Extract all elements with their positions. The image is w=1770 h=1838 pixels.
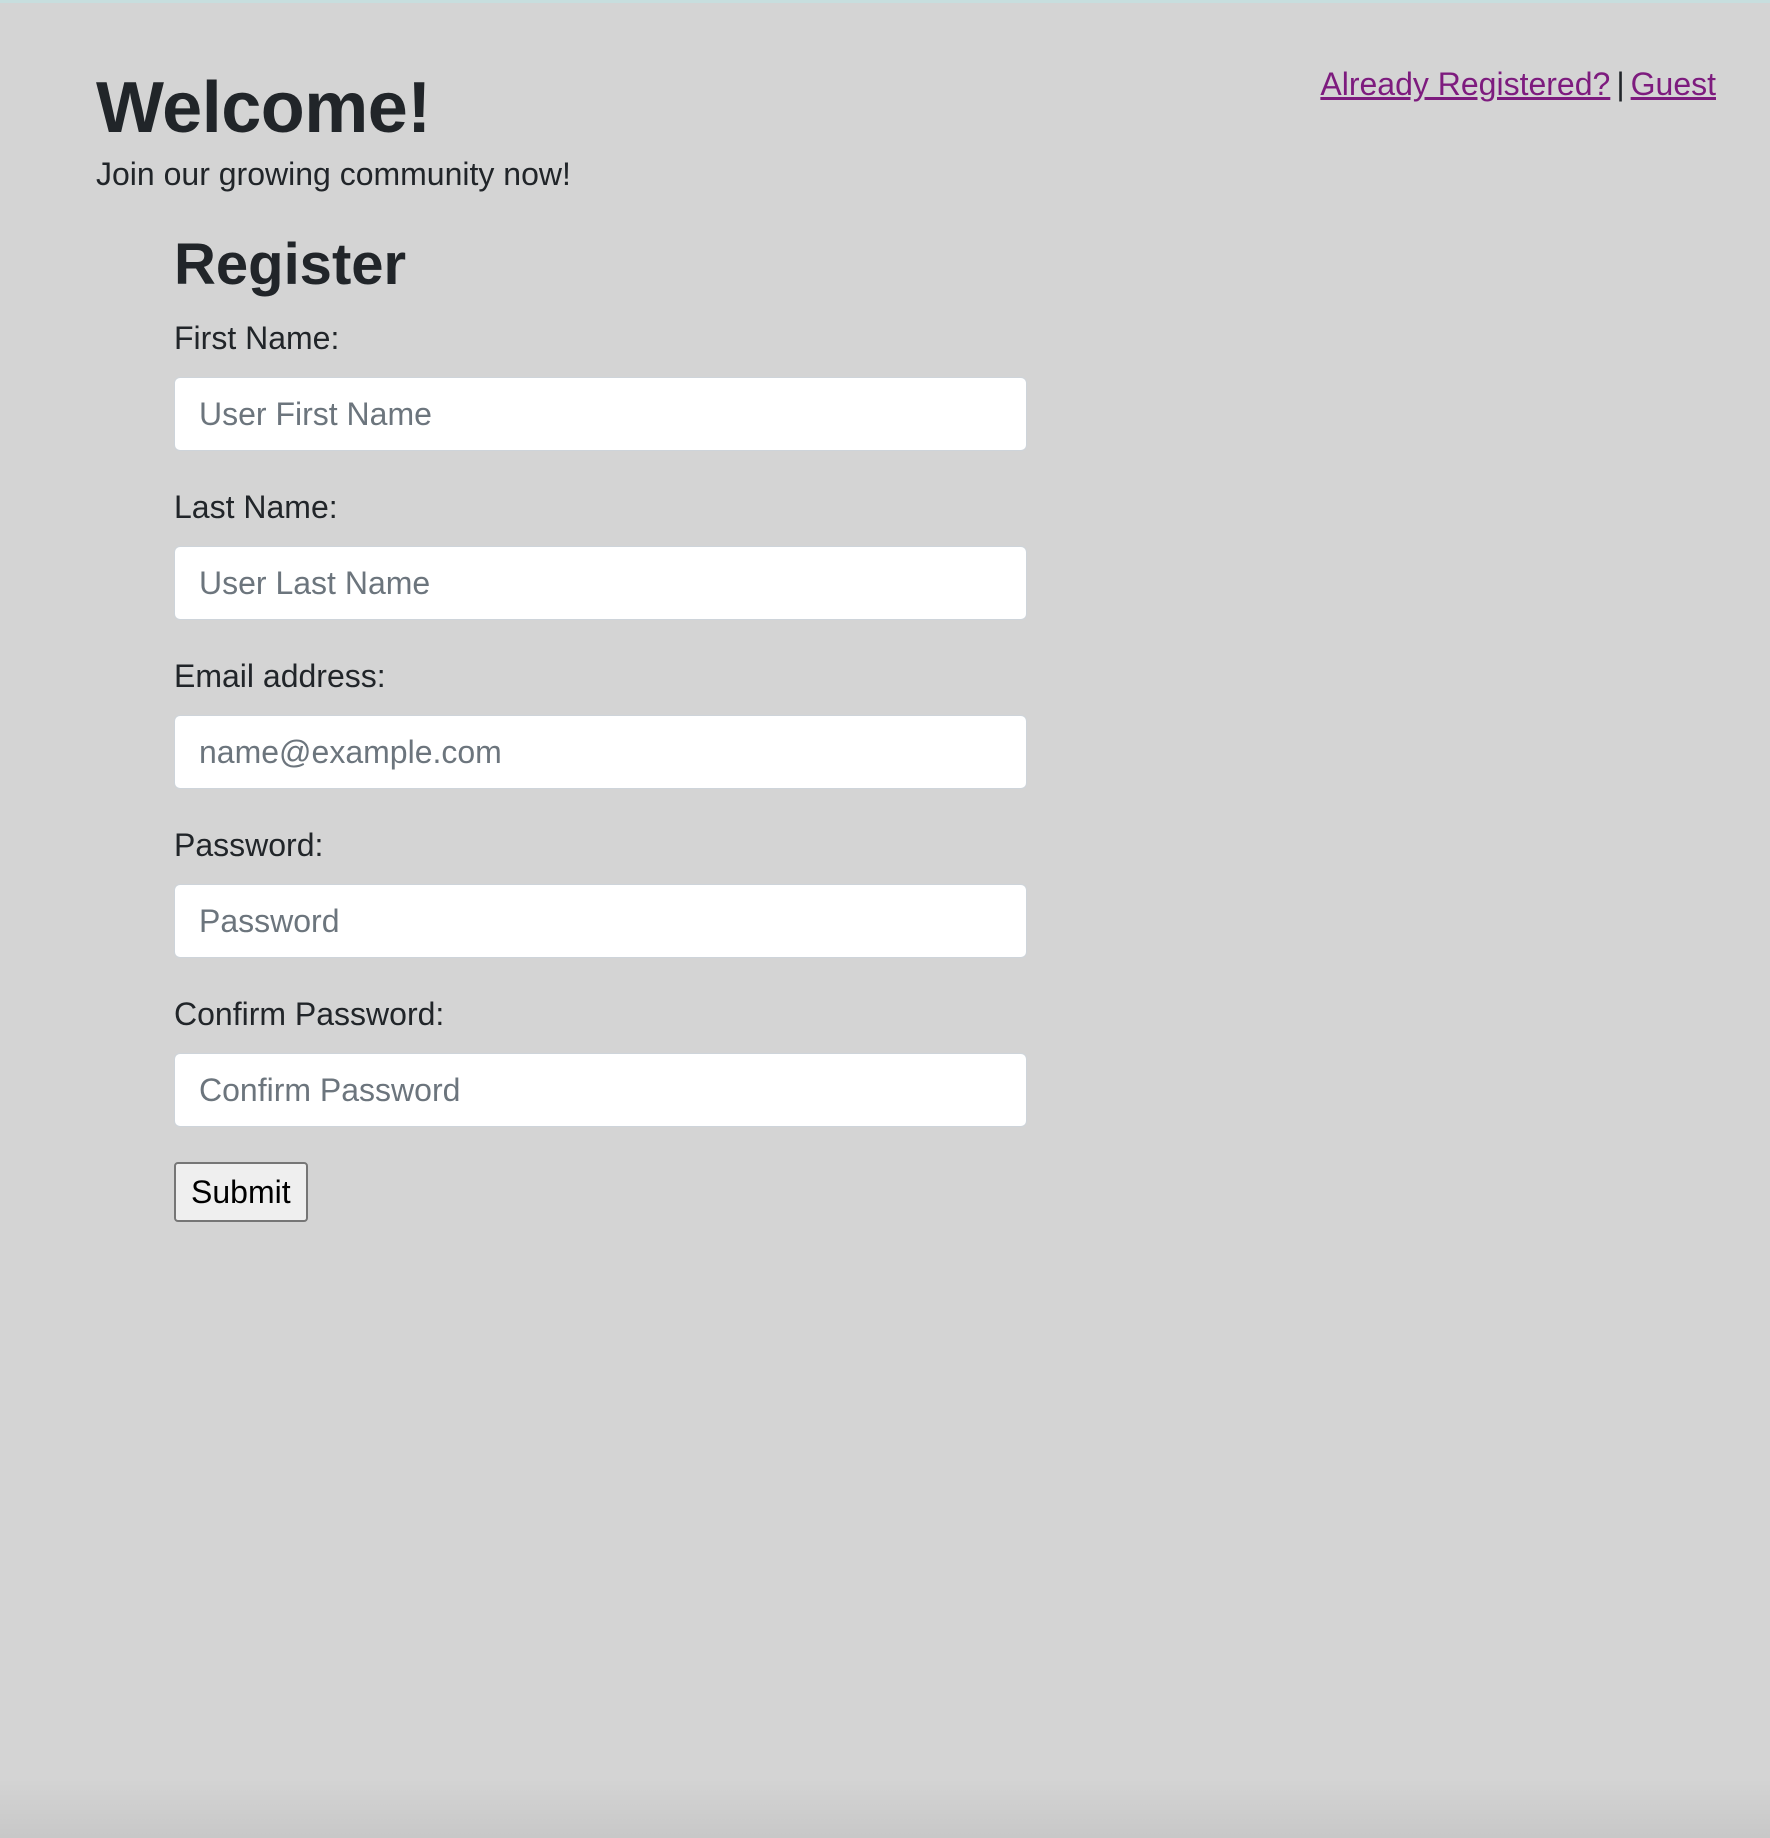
password-label: Password: bbox=[174, 827, 324, 863]
already-registered-link[interactable]: Already Registered? bbox=[1320, 66, 1610, 102]
last-name-input[interactable] bbox=[174, 546, 1027, 620]
confirm-password-label: Confirm Password: bbox=[174, 996, 445, 1032]
email-input[interactable] bbox=[174, 715, 1027, 789]
register-heading: Register bbox=[174, 232, 407, 297]
first-name-label: First Name: bbox=[174, 320, 340, 356]
email-label: Email address: bbox=[174, 658, 386, 694]
page-subtitle: Join our growing community now! bbox=[96, 156, 571, 192]
password-group: Password: bbox=[174, 825, 1027, 958]
email-group: Email address: bbox=[174, 656, 1027, 789]
link-separator: | bbox=[1616, 66, 1625, 102]
password-input[interactable] bbox=[174, 884, 1027, 958]
confirm-password-input[interactable] bbox=[174, 1053, 1027, 1127]
first-name-group: First Name: bbox=[174, 318, 1027, 451]
first-name-input[interactable] bbox=[174, 377, 1027, 451]
header-links: Already Registered? | Guest bbox=[1320, 64, 1716, 104]
last-name-group: Last Name: bbox=[174, 487, 1027, 620]
top-border bbox=[0, 0, 1770, 3]
submit-button[interactable]: Submit bbox=[174, 1162, 308, 1222]
bottom-shadow bbox=[0, 1778, 1770, 1838]
confirm-password-group: Confirm Password: bbox=[174, 994, 1027, 1127]
last-name-label: Last Name: bbox=[174, 489, 338, 525]
guest-link[interactable]: Guest bbox=[1631, 66, 1716, 102]
page-title: Welcome! bbox=[96, 68, 431, 148]
hero: Welcome! Join our growing community now! bbox=[96, 68, 571, 194]
register-form: Register First Name: Last Name: Email ad… bbox=[174, 232, 1027, 1222]
